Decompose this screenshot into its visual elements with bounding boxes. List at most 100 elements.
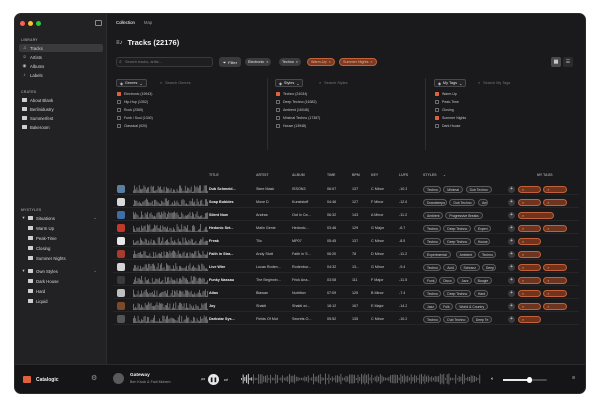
- filter-option[interactable]: Dark House: [435, 123, 460, 129]
- volume-knob[interactable]: [526, 377, 533, 383]
- style-tag[interactable]: Techno: [423, 237, 442, 245]
- style-tag[interactable]: Experimental: [423, 250, 451, 258]
- table-row[interactable]: Funky Nassau The Beginnin... Frick Ana... 0…: [113, 274, 579, 286]
- column-album[interactable]: ALBUM: [292, 173, 305, 177]
- style-tag[interactable]: Funk: [423, 276, 438, 284]
- table-row[interactable]: Atlas Blawan Nutrition 07:09 125 B Minor -7.4 T…: [113, 287, 579, 299]
- list-view-button[interactable]: ☰: [563, 57, 573, 67]
- style-tag[interactable]: Deep: [481, 263, 497, 271]
- filter-chip[interactable]: Warm-Up ×: [307, 58, 335, 66]
- filter-option[interactable]: Classical (920): [117, 123, 147, 129]
- close-icon[interactable]: ×: [370, 60, 372, 64]
- playback-waveform[interactable]: [241, 373, 481, 385]
- panel-dropdown[interactable]: ◈ Styles ⌄: [275, 79, 304, 87]
- close-window-button[interactable]: [20, 21, 25, 26]
- close-icon[interactable]: ×: [296, 60, 298, 64]
- sidebar-item-style[interactable]: Summer Nights: [25, 254, 103, 262]
- table-row[interactable]: Silent Now Andras Out in Ca... 06:32 143 A Mi…: [113, 209, 579, 221]
- my-tag[interactable]: Warm-Up ×: [518, 237, 542, 245]
- checkbox[interactable]: [117, 124, 121, 128]
- style-tag[interactable]: Schranz: [459, 263, 480, 271]
- style-tag[interactable]: Folk: [439, 302, 454, 310]
- style-tag[interactable]: Techno: [423, 315, 442, 323]
- panel-search-input[interactable]: ⌕ Search My Tags: [478, 79, 510, 87]
- more-icon[interactable]: ⌄: [93, 268, 97, 274]
- my-tag[interactable]: Summer Ni ×: [543, 276, 567, 284]
- checkbox[interactable]: [435, 108, 439, 112]
- track-waveform[interactable]: [133, 224, 209, 232]
- style-tag[interactable]: Deep Techno: [443, 237, 472, 245]
- my-tag[interactable]: Summer Ni ×: [543, 289, 567, 297]
- style-tag[interactable]: Acid: [443, 263, 458, 271]
- volume-slider[interactable]: [503, 377, 547, 383]
- close-icon[interactable]: ×: [329, 60, 331, 64]
- column-artist[interactable]: ARTIST: [256, 173, 269, 177]
- previous-icon[interactable]: ⏮: [201, 377, 205, 382]
- table-row[interactable]: Joy Shakti Shakti wi... 18:12 167 E Major -14.…: [113, 300, 579, 312]
- checkbox[interactable]: [276, 100, 280, 104]
- maximize-window-button[interactable]: [36, 21, 41, 26]
- my-tag[interactable]: Warm-Up ×: [518, 198, 542, 206]
- column-title[interactable]: TITLE: [209, 173, 219, 177]
- my-tag[interactable]: Summer Ni ×: [543, 263, 567, 271]
- style-tag[interactable]: Dub Techno: [465, 185, 492, 193]
- style-tag[interactable]: Ambient: [455, 250, 476, 258]
- sidebar-group-own-styles[interactable]: ▾ Own Styles ⌄: [19, 267, 103, 275]
- minimize-window-button[interactable]: [28, 21, 33, 26]
- style-tag[interactable]: Hard: [473, 289, 489, 297]
- sidebar-item-style[interactable]: Liquid: [25, 297, 103, 305]
- sidebar-item-style[interactable]: Hard: [25, 287, 103, 295]
- tab-collection[interactable]: Collection: [116, 20, 135, 25]
- table-row[interactable]: Dub Schmeid... Skee Mask ISSON3 06:07 137 C M…: [113, 183, 579, 195]
- style-tag[interactable]: House: [473, 237, 491, 245]
- pause-button[interactable]: ❚❚: [208, 374, 219, 385]
- add-tag-button[interactable]: +: [508, 315, 515, 323]
- my-tag[interactable]: Warm-Up ×: [518, 250, 542, 258]
- column-styles[interactable]: STYLES: [423, 173, 437, 177]
- my-tag[interactable]: Warm-Up ×: [518, 289, 542, 297]
- style-tag[interactable]: Deep Techno: [443, 224, 472, 232]
- my-tag[interactable]: Summer Nights ×: [518, 211, 554, 219]
- column-key[interactable]: KEY: [371, 173, 378, 177]
- style-tag[interactable]: World & Country: [455, 302, 489, 310]
- checkbox[interactable]: [117, 92, 121, 96]
- next-icon[interactable]: ⏭: [224, 377, 228, 382]
- filter-chip[interactable]: Summer Nights ×: [339, 58, 377, 66]
- filter-option[interactable]: House (13948): [276, 123, 306, 129]
- grid-view-button[interactable]: ▦: [551, 57, 561, 67]
- sidebar-item-crate[interactable]: Summerfest: [19, 114, 103, 122]
- style-tag[interactable]: Techno: [423, 224, 442, 232]
- filter-button[interactable]: ⏷ Filter: [219, 57, 241, 67]
- sidebar-item-crate[interactable]: Berlinidustry: [19, 105, 103, 113]
- filter-option[interactable]: Deep Techno (16382): [276, 99, 317, 105]
- style-tag[interactable]: Techno: [423, 185, 442, 193]
- filter-option[interactable]: Summer Nights: [435, 115, 466, 121]
- gear-icon[interactable]: ⚙: [91, 374, 97, 382]
- filter-option[interactable]: Closing: [435, 107, 454, 113]
- sidebar-toggle-icon[interactable]: [95, 20, 102, 26]
- table-row[interactable]: Soap Bubbles Move D Kunststoff 04:46 127 F Mi…: [113, 196, 579, 208]
- add-tag-button[interactable]: +: [508, 185, 515, 193]
- filter-option[interactable]: Electronic (19943): [117, 91, 152, 97]
- volume-icon[interactable]: 🔈︎: [491, 376, 494, 382]
- checkbox[interactable]: [435, 92, 439, 96]
- table-row[interactable]: Freak Tilo MP07 05:45 137 C Minor -8.5 Techno De…: [113, 235, 579, 247]
- my-tag[interactable]: Warm-Up ×: [518, 185, 542, 193]
- close-icon[interactable]: ×: [266, 60, 268, 64]
- sidebar-item-labels[interactable]: ♪ Labels: [19, 71, 103, 79]
- style-tag[interactable]: Dub Techno: [443, 315, 470, 323]
- style-tag[interactable]: Techno: [477, 250, 497, 258]
- sidebar-group-situations[interactable]: ▾ Situations ⌄: [19, 214, 103, 222]
- filter-chip[interactable]: Electronic ×: [245, 58, 272, 66]
- tab-map[interactable]: Map: [144, 20, 152, 25]
- panel-dropdown[interactable]: ◈ My Tags ⌄: [434, 79, 467, 87]
- column-bpm[interactable]: BPM: [352, 173, 360, 177]
- add-tag-button[interactable]: +: [508, 289, 515, 297]
- filter-option[interactable]: Ambient (16048): [276, 107, 309, 113]
- track-waveform[interactable]: [133, 250, 209, 258]
- style-tag[interactable]: Disco: [439, 276, 456, 284]
- table-row[interactable]: Faith in Stra... Andy Stott Faith in S... 0…: [113, 248, 579, 260]
- checkbox[interactable]: [276, 124, 280, 128]
- my-tag[interactable]: Summer Ni ×: [543, 224, 567, 232]
- sidebar-item-style[interactable]: Closing: [25, 244, 103, 252]
